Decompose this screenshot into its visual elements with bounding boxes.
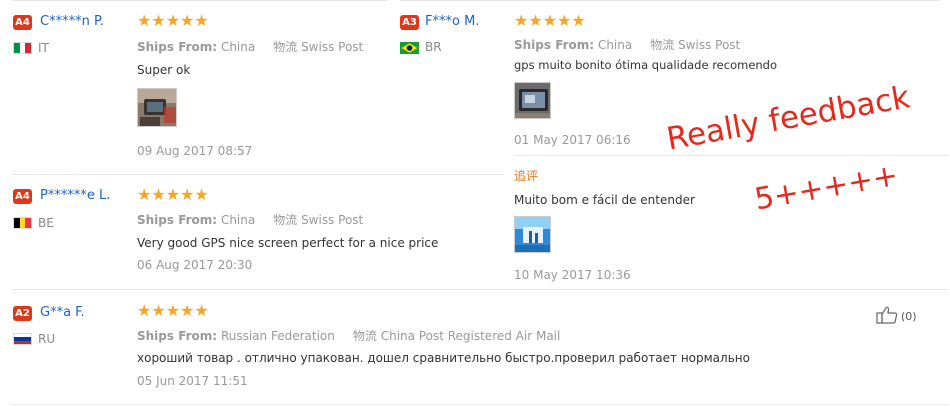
review-text: Super ok <box>137 63 191 77</box>
star-rating: ★★★★★ <box>137 13 209 30</box>
top-divider-left <box>12 0 387 1</box>
review-text: хороший товар . отлично упакован. дошел … <box>137 351 750 365</box>
logistics-value: China Post Registered Air Mail <box>380 329 561 343</box>
ships-from-label: Ships From: <box>137 329 218 343</box>
review-text: Very good GPS nice screen perfect for a … <box>137 236 439 250</box>
logistics-label: 物流 <box>650 38 675 52</box>
additional-review-label: 追评 <box>514 169 539 183</box>
reviewer-level-badge: A4 <box>13 15 32 30</box>
reviewer-name[interactable]: P******e L. <box>40 188 110 203</box>
reviewer-name[interactable]: G**a F. <box>40 305 85 320</box>
shipping-info: Ships From: China 物流 Swiss Post <box>137 211 363 228</box>
reviewer-country: BE <box>38 216 54 230</box>
additional-review-photo-thumbnail[interactable] <box>514 216 551 253</box>
shipping-info: Ships From: Russian Federation 物流 China P… <box>137 327 560 344</box>
review-date: 05 Jun 2017 11:51 <box>137 374 248 388</box>
belgium-flag-icon <box>13 217 32 229</box>
reviewer-name[interactable]: F***o M. <box>425 14 479 29</box>
helpful-button[interactable]: (0) <box>876 306 917 327</box>
logistics-label: 物流 <box>352 329 377 343</box>
shipping-info: Ships From: China 物流 Swiss Post <box>137 38 363 55</box>
ships-from-label: Ships From: <box>514 38 595 52</box>
ships-from-value: Russian Federation <box>220 329 335 343</box>
top-divider-right <box>400 0 940 1</box>
ships-from-value: China <box>597 38 633 52</box>
star-rating: ★★★★★ <box>137 303 209 320</box>
review-text: gps muito bonito ótima qualidade recomen… <box>514 58 778 72</box>
russia-flag-icon <box>13 333 32 345</box>
logistics-value: Swiss Post <box>678 38 741 52</box>
reviewer-level-badge: A3 <box>400 15 419 30</box>
italy-flag-icon <box>13 42 32 54</box>
overlay-caption-line1: Really feedback <box>664 79 913 158</box>
review-photo-thumbnail[interactable] <box>137 88 177 127</box>
logistics-label: 物流 <box>273 213 298 227</box>
reviewer-country: BR <box>425 40 442 54</box>
reviewer-country: RU <box>38 332 56 346</box>
logistics-value: Swiss Post <box>301 213 364 227</box>
shipping-info: Ships From: China 物流 Swiss Post <box>514 36 740 53</box>
additional-review-date: 10 May 2017 10:36 <box>514 268 631 282</box>
additional-review-divider <box>514 155 948 156</box>
reviewer-name[interactable]: C*****n P. <box>40 14 104 29</box>
additional-review-text: Muito bom e fácil de entender <box>514 193 695 207</box>
ships-from-label: Ships From: <box>137 40 218 54</box>
bottom-divider <box>12 404 948 405</box>
review-date: 01 May 2017 06:16 <box>514 133 631 147</box>
review-date: 06 Aug 2017 20:30 <box>137 258 253 272</box>
logistics-label: 物流 <box>273 40 298 54</box>
helpful-count: (0) <box>901 310 917 323</box>
ships-from-value: China <box>220 213 256 227</box>
thumbs-up-icon <box>876 306 898 327</box>
review-divider <box>12 174 504 175</box>
ships-from-value: China <box>220 40 256 54</box>
star-rating: ★★★★★ <box>137 187 209 204</box>
reviewer-level-badge: A2 <box>13 306 32 321</box>
logistics-value: Swiss Post <box>301 40 364 54</box>
overlay-caption-line2: 5+++++ <box>752 157 901 218</box>
reviewer-country: IT <box>38 41 49 55</box>
ships-from-label: Ships From: <box>137 213 218 227</box>
review-divider <box>12 289 948 290</box>
star-rating: ★★★★★ <box>514 13 586 30</box>
review-photo-thumbnail[interactable] <box>514 82 551 119</box>
reviewer-level-badge: A4 <box>13 189 32 204</box>
review-date: 09 Aug 2017 08:57 <box>137 144 253 158</box>
brazil-flag-icon <box>400 41 419 54</box>
